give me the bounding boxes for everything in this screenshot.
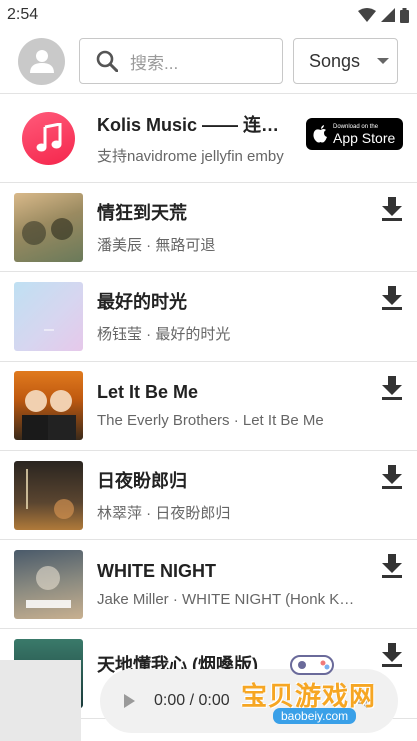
song-title: 最好的时光 [97, 292, 187, 313]
download-icon[interactable] [381, 197, 403, 221]
wifi-icon [358, 8, 376, 22]
badge-big-text: App Store [333, 129, 396, 146]
search-placeholder: 搜索... [130, 53, 179, 73]
status-bar: 2:54 [0, 0, 417, 30]
badge-small-text: Download on the [333, 123, 379, 130]
avatar[interactable] [18, 37, 65, 85]
song-title: 日夜盼郎归 [97, 471, 187, 492]
battery-icon [400, 7, 409, 23]
player-time: 0:00 / 0:00 [154, 692, 230, 709]
promo-subtitle: 支持navidrome jellyfin emby [97, 147, 284, 165]
download-icon[interactable] [381, 464, 403, 489]
album-cover [14, 549, 83, 619]
song-subtitle: Jake Miller · WHITE NIGHT (Honk Kong Ver… [97, 590, 359, 608]
app-store-badge[interactable]: Download on the App Store [306, 118, 403, 150]
song-subtitle: 杨钰莹 · 最好的时光 [97, 326, 231, 344]
music-note-icon [22, 111, 75, 165]
type-filter-dropdown[interactable]: Songs [293, 38, 398, 84]
signal-icon [381, 8, 395, 22]
song-title: 情狂到天荒 [97, 203, 187, 224]
song-subtitle: 潘美辰 · 無路可退 [97, 237, 216, 255]
album-cover [14, 281, 83, 351]
song-title: WHITE NIGHT [97, 560, 216, 581]
song-row[interactable]: 情狂到天荒 潘美辰 · 無路可退 [0, 183, 417, 273]
apple-icon [313, 125, 327, 143]
song-row[interactable]: Let It Be Me The Everly Brothers · Let I… [0, 362, 417, 451]
song-title: Let It Be Me [97, 382, 199, 403]
gamepad-icon [290, 655, 334, 675]
download-icon[interactable] [381, 554, 403, 579]
search-icon [96, 50, 118, 72]
song-row[interactable]: 最好的时光 杨钰莹 · 最好的时光 [0, 272, 417, 362]
download-icon[interactable] [381, 286, 403, 311]
song-list: 情狂到天荒 潘美辰 · 無路可退 最好的时光 杨钰莹 · 最好的时光 Let I… [0, 183, 417, 719]
album-cover [14, 371, 83, 441]
promo-banner[interactable]: Kolis Music —— 连接音乐服务器 支持navidrome jelly… [0, 94, 417, 182]
song-subtitle: 林翠萍 · 日夜盼郎归 [97, 505, 231, 523]
watermark: 宝贝游戏网 baobeiy.com [235, 648, 385, 738]
song-row[interactable]: 日夜盼郎归 林翠萍 · 日夜盼郎归 [0, 451, 417, 541]
filter-value: Songs [309, 50, 361, 71]
top-bar: 搜索... Songs [0, 30, 417, 92]
album-cover [14, 192, 83, 262]
song-row[interactable]: WHITE NIGHT Jake Miller · WHITE NIGHT (H… [0, 540, 417, 630]
promo-title: Kolis Music —— 连接音乐服务器 [97, 114, 289, 135]
status-icons [358, 7, 409, 23]
promo-text: Kolis Music —— 连接音乐服务器 支持navidrome jelly… [97, 111, 289, 166]
video-placeholder [0, 660, 81, 741]
song-subtitle: The Everly Brothers · Let It Be Me [97, 412, 324, 430]
chevron-down-icon [377, 58, 390, 64]
user-icon [29, 50, 54, 73]
play-icon[interactable] [122, 694, 136, 708]
album-cover [14, 460, 83, 530]
status-time: 2:54 [7, 6, 39, 23]
search-input[interactable]: 搜索... [79, 38, 283, 84]
watermark-url: baobeiy.com [273, 708, 357, 724]
download-icon[interactable] [381, 375, 403, 400]
